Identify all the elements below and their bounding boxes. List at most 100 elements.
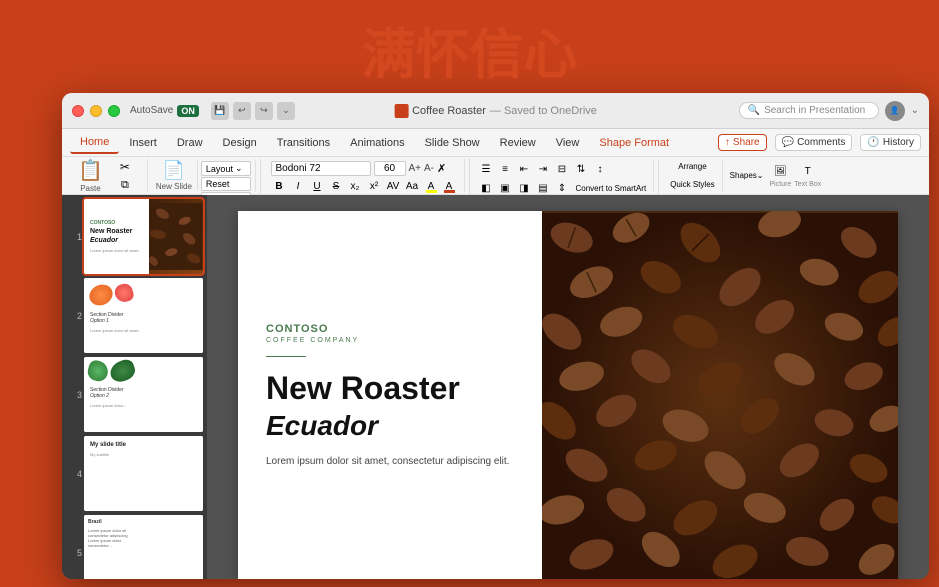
shapes-label: Shapes — [730, 171, 757, 180]
tab-animations[interactable]: Animations — [340, 133, 414, 153]
canvas-area: CONTOSO COFFEE COMPANY New Roaster Ecuad… — [207, 195, 929, 579]
paragraph-group: ☰ ≡ ⇤ ⇥ ⊟ ⇅ ↕ ◧ ▣ ◨ ▤ ⇕ Convert to Smart… — [474, 159, 655, 192]
slide-thumb-2[interactable]: Section DividerOption 1 Lorem ipsum dolo… — [84, 278, 203, 353]
textbox-sub: T Text Box — [794, 163, 821, 188]
drawing-group: Arrange Quick Styles — [663, 159, 722, 192]
coffee-beans-svg — [542, 211, 898, 579]
italic-button[interactable]: I — [290, 178, 307, 195]
new-slide-button[interactable]: 📄 New Slide — [152, 161, 196, 190]
slide-2-wrapper: 2 Section DividerOption 1 Lorem ipsum do… — [66, 278, 203, 353]
user-avatar[interactable]: 👤 — [885, 101, 905, 121]
numbered-list-button[interactable]: ≡ — [497, 161, 514, 178]
save-icon[interactable]: 💾 — [211, 102, 229, 120]
slide-4-number: 4 — [66, 469, 82, 479]
slide-options: Layout ⌄ Reset Section ⌄ — [197, 161, 251, 190]
ribbon-tools-top: 📋 Paste ✂ ⧉ 📄 New Slide Layout ⌄ Reset — [62, 157, 929, 195]
dropdown-icon[interactable]: ⌄ — [911, 105, 919, 116]
highlight-button[interactable]: A — [423, 178, 440, 195]
undo-icon[interactable]: ↩ — [233, 102, 251, 120]
slide-brand: CONTOSO — [266, 323, 514, 335]
slide-2-body: Lorem ipsum dolor sit amet... — [88, 326, 199, 335]
text-spacing-button[interactable]: AV — [385, 178, 402, 195]
tab-insert[interactable]: Insert — [119, 133, 167, 153]
search-box[interactable]: 🔍 Search in Presentation — [739, 102, 879, 119]
font-color-button[interactable]: A — [441, 178, 458, 195]
paste-label: Paste — [80, 184, 100, 193]
main-slide-canvas[interactable]: CONTOSO COFFEE COMPANY New Roaster Ecuad… — [238, 211, 898, 579]
font-name-row: A+ A- ✗ — [271, 161, 458, 176]
slide-thumb-4[interactable]: My slide title My subtitle — [84, 436, 203, 511]
reset-button[interactable]: Reset — [201, 177, 251, 191]
share-button[interactable]: ↑ Share — [718, 134, 767, 151]
font-name-input[interactable] — [271, 161, 371, 176]
arrange-button[interactable]: Arrange — [667, 158, 717, 175]
textbox-button[interactable]: T — [799, 163, 816, 180]
slide-thumb-3[interactable]: Section DividerOption 2 Lorem ipsum dolo… — [84, 357, 203, 432]
close-button[interactable] — [72, 105, 84, 117]
line-spacing-button[interactable]: ↕ — [592, 161, 609, 178]
bullet-list-button[interactable]: ☰ — [478, 161, 495, 178]
slide-thumb-4-inner: My slide title My subtitle — [84, 436, 203, 511]
chinese-title: 满怀信心 — [0, 10, 939, 89]
slide-4-wrapper: 4 My slide title My subtitle — [66, 436, 203, 511]
tab-view[interactable]: View — [546, 133, 590, 153]
app-title: Coffee Roaster — [412, 105, 486, 117]
picture-button[interactable]: 🖼 — [772, 163, 789, 180]
bold-button[interactable]: B — [271, 178, 288, 195]
underline-button[interactable]: U — [309, 178, 326, 195]
slide-2-blobs — [88, 282, 199, 308]
redo-icon[interactable]: ↪ — [255, 102, 273, 120]
tab-slideshow[interactable]: Slide Show — [415, 133, 490, 153]
slide-thumb-3-inner: Section DividerOption 2 Lorem ipsum dolo… — [84, 357, 203, 432]
comments-button[interactable]: 💬 Comments — [775, 134, 853, 151]
slide-1-wrapper: 1 CONTOSO New Roaster Ecuador Lorem ipsu… — [66, 199, 203, 274]
indent-increase-button[interactable]: ⇥ — [535, 161, 552, 178]
tab-home[interactable]: Home — [70, 132, 119, 154]
new-slide-label: New Slide — [156, 182, 192, 191]
paste-sub: ✂ ⧉ — [111, 158, 139, 194]
slide-3-number: 3 — [66, 390, 82, 400]
slide-panel: 1 CONTOSO New Roaster Ecuador Lorem ipsu… — [62, 195, 207, 579]
minimize-button[interactable] — [90, 105, 102, 117]
more-icon[interactable]: ⌄ — [277, 102, 295, 120]
quick-styles-button[interactable]: Quick Styles — [667, 176, 717, 193]
font-size-input[interactable] — [374, 161, 406, 176]
text-direction-button[interactable]: ⇅ — [573, 161, 590, 178]
paste-button[interactable]: 📋 Paste — [74, 156, 107, 195]
slide-thumb-1[interactable]: CONTOSO New Roaster Ecuador Lorem ipsum … — [84, 199, 203, 274]
font-size-increase[interactable]: A+ — [409, 163, 422, 174]
slide-body-text: Lorem ipsum dolor sit amet, consectetur … — [266, 454, 514, 469]
slide-thumb-5[interactable]: Brazil Lorem ipsum dolor sitconsectetur … — [84, 515, 203, 579]
autosave-toggle[interactable]: ON — [177, 105, 199, 117]
subscript-button[interactable]: x₂ — [347, 178, 364, 195]
layout-button[interactable]: Layout ⌄ — [201, 161, 251, 176]
slide-5-wrapper: 5 Brazil Lorem ipsum dolor sitconsectetu… — [66, 515, 203, 579]
cut-button[interactable]: ✂ — [111, 158, 139, 176]
strikethrough-button[interactable]: S — [328, 178, 345, 195]
slide-subtitle: COFFEE COMPANY — [266, 337, 514, 344]
maximize-button[interactable] — [108, 105, 120, 117]
superscript-button[interactable]: x² — [366, 178, 383, 195]
traffic-lights — [72, 105, 120, 117]
slide-thumb-1-inner: CONTOSO New Roaster Ecuador Lorem ipsum … — [84, 199, 203, 274]
shapes-button[interactable]: Shapes ⌄ — [727, 167, 767, 184]
search-placeholder: Search in Presentation — [764, 105, 865, 116]
case-button[interactable]: Aa — [404, 178, 421, 195]
font-size-decrease[interactable]: A- — [424, 163, 434, 174]
layout-label: Layout — [206, 164, 233, 174]
copy-button[interactable]: ⧉ — [111, 177, 139, 194]
save-status: — Saved to OneDrive — [490, 105, 597, 117]
paste-icon: 📋 — [78, 158, 103, 183]
search-icon: 🔍 — [748, 105, 760, 116]
indent-decrease-button[interactable]: ⇤ — [516, 161, 533, 178]
thumb1-left: CONTOSO New Roaster Ecuador Lorem ipsum … — [84, 199, 149, 274]
columns-button[interactable]: ⊟ — [554, 161, 571, 178]
history-button[interactable]: 🕐 History — [860, 134, 921, 151]
tab-transitions[interactable]: Transitions — [267, 133, 340, 153]
clear-format-icon[interactable]: ✗ — [437, 162, 446, 175]
tab-shape-format[interactable]: Shape Format — [589, 133, 679, 153]
tab-design[interactable]: Design — [213, 133, 267, 153]
tab-draw[interactable]: Draw — [167, 133, 213, 153]
new-slide-group: 📄 New Slide Layout ⌄ Reset Section ⌄ — [148, 159, 256, 192]
tab-review[interactable]: Review — [490, 133, 546, 153]
